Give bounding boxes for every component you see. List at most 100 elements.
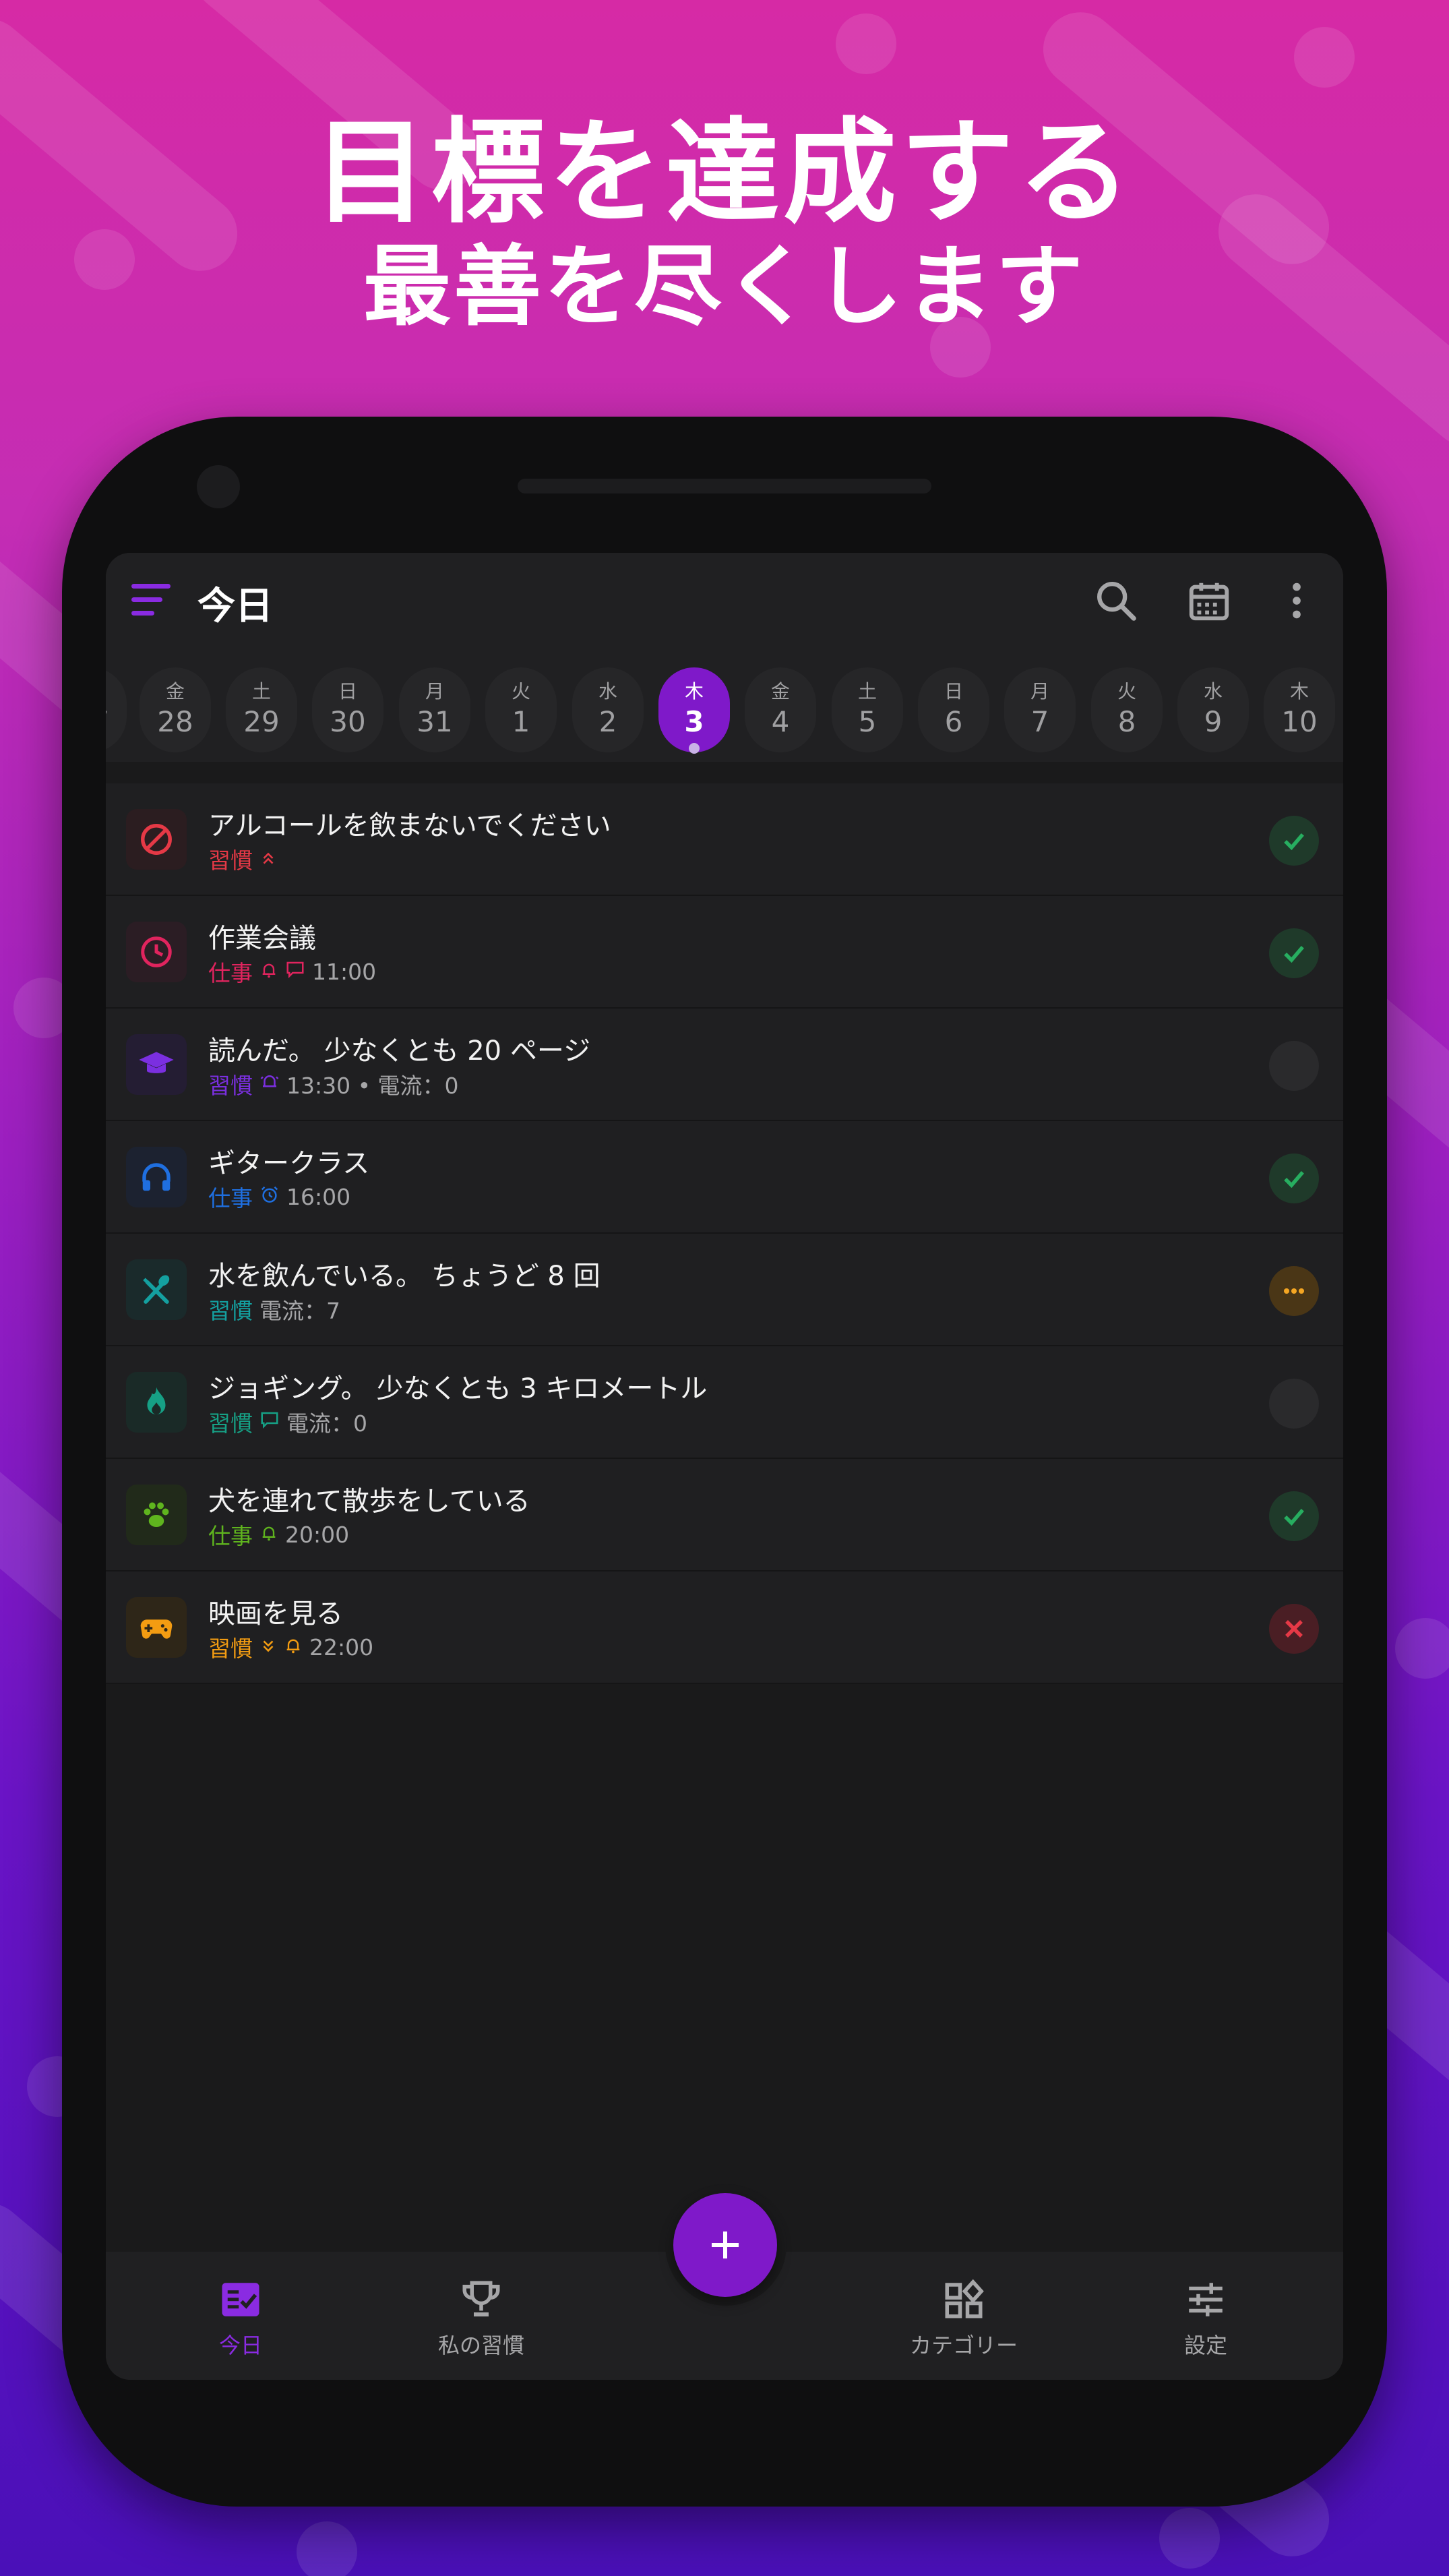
search-icon[interactable]	[1092, 577, 1140, 624]
item-time: 20:00	[285, 1521, 350, 1548]
list-item[interactable]: 読んだ。 少なくとも 20 ページ 習慣 13:30 • 電流：0	[106, 1009, 1343, 1121]
nav-settings[interactable]: 設定	[1132, 2277, 1280, 2360]
item-time: 電流：0	[286, 1410, 367, 1437]
date-cell[interactable]: 土 29	[226, 667, 297, 752]
item-meta: 習慣 22:00	[208, 1631, 373, 1663]
item-category: 習慣	[208, 847, 253, 874]
list-item[interactable]: 水を飲んでいる。 ちょうど 8 回 習慣 電流：7	[106, 1234, 1343, 1346]
status-done-button[interactable]	[1269, 928, 1319, 978]
comment-icon	[285, 959, 305, 985]
status-failed-button[interactable]	[1269, 1604, 1319, 1654]
today-checklist-icon	[222, 2283, 259, 2316]
app-screen: 今日 木27 金28 土29 日30 月31 火1 水2 木3 金4 土5 日6…	[106, 553, 1343, 2380]
date-cell[interactable]: 月7	[1004, 667, 1076, 752]
item-category: 習慣	[208, 1636, 253, 1662]
item-meta: 習慣 電流：0	[208, 1406, 367, 1438]
status-empty-button[interactable]	[1269, 1379, 1319, 1429]
priority-low-icon	[259, 1634, 277, 1660]
sliders-icon	[1189, 2283, 1223, 2316]
utensils-icon	[126, 1259, 187, 1320]
list-item[interactable]: ギタークラス 仕事 16:00	[106, 1121, 1343, 1234]
item-category: 習慣	[208, 1073, 253, 1099]
status-empty-button[interactable]	[1269, 1041, 1319, 1091]
date-cell-selected[interactable]: 木3	[658, 667, 730, 754]
alarm-icon	[259, 1184, 280, 1210]
camera-icon	[197, 465, 240, 508]
date-strip: 木27 金28 土29 日30 月31 火1 水2 木3 金4 土5 日6 月7…	[106, 647, 1343, 762]
nav-categories[interactable]: カテゴリー	[890, 2277, 1038, 2360]
item-time: 22:00	[309, 1634, 374, 1660]
nav-today[interactable]: 今日	[166, 2277, 315, 2360]
bell-icon	[259, 959, 278, 985]
headphones-icon	[126, 1147, 187, 1207]
list-item[interactable]: アルコールを飲まないでください 習慣	[106, 783, 1343, 896]
item-category: 習慣	[208, 1410, 253, 1437]
item-category: 仕事	[208, 960, 253, 986]
gamepad-icon	[126, 1597, 187, 1658]
item-time: 16:00	[286, 1183, 351, 1210]
comment-icon	[259, 1409, 280, 1435]
add-habit-button[interactable]	[673, 2193, 777, 2297]
nav-my-habits[interactable]: 私の習慣	[407, 2277, 555, 2360]
status-done-button[interactable]	[1269, 816, 1319, 866]
bell-icon	[284, 1634, 303, 1660]
date-cell[interactable]: 月 31	[399, 667, 470, 752]
date-cell[interactable]: 水2	[572, 667, 644, 752]
more-vert-icon[interactable]	[1273, 577, 1320, 624]
date-cell[interactable]: 火8	[1091, 667, 1163, 752]
item-meta: 仕事 16:00	[208, 1180, 350, 1213]
bell-ring-icon	[259, 1071, 280, 1098]
date-cell[interactable]: 木27	[106, 667, 127, 752]
promo-subheadline: 最善を尽くします	[363, 235, 1086, 338]
item-meta: 習慣 13:30 • 電流：0	[208, 1068, 459, 1100]
date-cell[interactable]: 日6	[918, 667, 989, 752]
nav-label: 設定	[1183, 2333, 1227, 2358]
list-item[interactable]: 作業会議 仕事 11:00	[106, 896, 1343, 1009]
item-title: 映画を見る	[208, 1598, 343, 1629]
item-meta: 習慣 電流：7	[208, 1293, 340, 1325]
calendar-icon[interactable]	[1185, 577, 1233, 624]
item-category: 仕事	[208, 1185, 253, 1211]
trophy-icon	[462, 2281, 500, 2317]
speaker-grille	[518, 479, 931, 493]
item-time: 13:30 • 電流：0	[286, 1073, 459, 1099]
item-title: アルコールを飲まないでください	[208, 810, 611, 841]
flame-icon	[126, 1372, 187, 1433]
paw-icon	[126, 1485, 187, 1545]
status-pending-button[interactable]	[1269, 1266, 1319, 1316]
item-title: 犬を連れて散歩をしている	[208, 1486, 530, 1517]
date-cell[interactable]: 土5	[832, 667, 903, 752]
category-shapes-icon	[945, 2279, 984, 2318]
nav-label: 私の習慣	[437, 2333, 524, 2358]
page-title: 今日	[197, 585, 273, 628]
app-bar: 今日	[106, 553, 1343, 647]
item-meta: 習慣	[208, 843, 277, 875]
list-item[interactable]: 映画を見る 習慣 22:00	[106, 1571, 1343, 1684]
item-category: 習慣	[208, 1298, 253, 1324]
date-cell[interactable]: 火1	[485, 667, 557, 752]
list-item[interactable]: ジョギング。 少なくとも 3 キロメートル 習慣 電流：0	[106, 1346, 1343, 1459]
no-entry-icon	[126, 809, 187, 870]
today-marker	[689, 743, 700, 754]
item-category: 仕事	[208, 1523, 253, 1549]
item-meta: 仕事 11:00	[208, 955, 376, 988]
item-title: ギタークラス	[208, 1148, 370, 1179]
date-cell[interactable]: 金4	[745, 667, 816, 752]
date-cell[interactable]: 金 28	[140, 667, 211, 752]
item-time: 電流：7	[259, 1298, 340, 1324]
item-time: 11:00	[312, 958, 377, 985]
date-cell[interactable]: 日 30	[312, 667, 383, 752]
plus-icon	[712, 2231, 739, 2258]
date-cell[interactable]: 木 10	[1264, 667, 1335, 752]
list-item[interactable]: 犬を連れて散歩をしている 仕事 20:00	[106, 1459, 1343, 1571]
habit-list: アルコールを飲まないでください 習慣 作業会議 仕事 11:00 読んだ。 少な…	[106, 783, 1343, 1684]
status-done-button[interactable]	[1269, 1491, 1319, 1541]
item-title: 水を飲んでいる。 ちょうど 8 回	[208, 1261, 600, 1292]
date-cell[interactable]: 水9	[1177, 667, 1249, 752]
status-done-button[interactable]	[1269, 1154, 1319, 1203]
item-title: 読んだ。 少なくとも 20 ページ	[208, 1036, 591, 1067]
priority-high-icon	[259, 846, 277, 872]
clock-icon	[126, 922, 187, 982]
nav-label: 今日	[218, 2333, 262, 2358]
menu-icon[interactable]	[131, 584, 173, 616]
